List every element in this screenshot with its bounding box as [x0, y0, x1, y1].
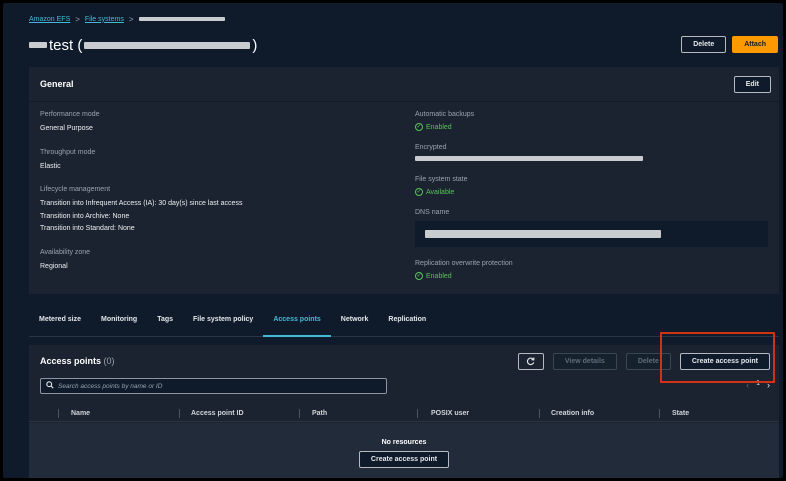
check-circle-icon: ✓	[415, 188, 423, 196]
throughput-mode-value: Elastic	[40, 162, 61, 170]
availability-zone-field: Availability zone Regional	[40, 249, 242, 274]
tab-metered-size[interactable]: Metered size	[29, 303, 91, 336]
automatic-backups-label: Automatic backups	[415, 111, 475, 118]
tab-monitoring[interactable]: Monitoring	[91, 303, 147, 336]
annotation-highlight-box	[660, 332, 775, 383]
replication-protection-status: ✓ Enabled	[415, 272, 771, 280]
general-card-header: General Edit	[29, 67, 779, 102]
lifecycle-management-label: Lifecycle management	[40, 186, 111, 193]
lifecycle-standard-value: Transition into Standard: None	[40, 225, 135, 232]
redacted-breadcrumb-item	[138, 17, 225, 21]
lifecycle-archive-value: Transition into Archive: None	[40, 212, 130, 220]
encrypted-field: Encrypted	[415, 144, 771, 163]
column-posix-user[interactable]: POSIX user	[431, 405, 469, 422]
redacted-dns-name	[425, 230, 661, 238]
access-points-table-header: Name Access point ID Path POSIX user Cre…	[29, 405, 779, 422]
availability-zone-value: Regional	[40, 262, 68, 270]
empty-state: No resources Create access point	[29, 423, 779, 478]
empty-state-title: No resources	[381, 439, 427, 446]
efs-console-window: Amazon EFS > File systems > test ( ) Del…	[3, 3, 783, 478]
performance-mode-label: Performance mode	[40, 111, 100, 118]
search-input[interactable]	[58, 382, 378, 390]
replication-protection-value: Enabled	[426, 272, 452, 280]
column-path[interactable]: Path	[312, 405, 327, 422]
lifecycle-ia-value: Transition into Infrequent Access (IA): …	[40, 200, 243, 207]
tab-file-system-policy[interactable]: File system policy	[183, 303, 263, 336]
dns-name-label: DNS name	[415, 209, 450, 216]
page-title-close: )	[252, 36, 258, 54]
throughput-mode-label: Throughput mode	[40, 148, 96, 156]
edit-button[interactable]: Edit	[733, 75, 771, 93]
breadcrumb-file-systems[interactable]: File systems	[85, 16, 124, 23]
tab-replication[interactable]: Replication	[378, 303, 436, 336]
replication-protection-field: Replication overwrite protection ✓ Enabl…	[415, 260, 771, 280]
access-points-search[interactable]	[40, 378, 387, 394]
tab-network[interactable]: Network	[331, 303, 379, 336]
availability-zone-label: Availability zone	[40, 248, 91, 256]
file-system-state-label: File system state	[415, 176, 468, 183]
throughput-mode-field: Throughput mode Elastic	[40, 149, 242, 174]
general-left-column: Performance mode General Purpose Through…	[40, 111, 242, 286]
general-right-column: Automatic backups ✓ Enabled Encrypted Fi…	[415, 111, 771, 293]
column-access-point-id[interactable]: Access point ID	[191, 405, 244, 422]
column-divider	[659, 409, 660, 418]
general-card-title: General	[40, 79, 74, 89]
page-title: test ( )	[29, 35, 257, 55]
column-name[interactable]: Name	[71, 405, 90, 422]
refresh-icon	[527, 357, 535, 366]
access-points-title: Access points (0)	[40, 356, 115, 366]
column-divider	[417, 409, 418, 418]
search-icon	[46, 381, 54, 391]
encrypted-label: Encrypted	[415, 144, 447, 151]
redacted-title-prefix	[29, 42, 47, 48]
general-card: General Edit Performance mode General Pu…	[29, 67, 779, 294]
column-state[interactable]: State	[672, 405, 689, 422]
tab-access-points[interactable]: Access points	[263, 303, 332, 337]
redacted-file-system-id	[84, 41, 251, 49]
automatic-backups-field: Automatic backups ✓ Enabled	[415, 111, 771, 131]
view-details-button[interactable]: View details	[552, 353, 617, 370]
access-points-title-text: Access points	[40, 356, 102, 366]
check-circle-icon: ✓	[415, 123, 423, 131]
header-actions: Delete Attach	[681, 36, 778, 53]
column-divider	[299, 409, 300, 418]
file-system-state-status: ✓ Available	[415, 188, 771, 196]
delete-button[interactable]: Delete	[681, 36, 727, 53]
page-title-text: test (	[49, 36, 83, 54]
lifecycle-management-field: Lifecycle management Transition into Inf…	[40, 186, 242, 236]
tab-tags[interactable]: Tags	[147, 303, 183, 336]
access-points-count: (0)	[103, 356, 115, 366]
column-divider	[539, 409, 540, 418]
automatic-backups-value: Enabled	[426, 123, 452, 131]
column-divider	[179, 409, 180, 418]
file-system-state-field: File system state ✓ Available	[415, 176, 771, 196]
breadcrumb-amazon-efs[interactable]: Amazon EFS	[29, 16, 70, 23]
attach-button[interactable]: Attach	[732, 36, 778, 53]
dns-name-box[interactable]	[415, 221, 768, 247]
file-system-state-value: Available	[426, 188, 455, 196]
empty-create-access-point-button[interactable]: Create access point	[358, 451, 450, 468]
breadcrumb: Amazon EFS > File systems >	[29, 13, 225, 25]
redacted-kms-key	[415, 156, 643, 161]
refresh-button[interactable]	[517, 353, 544, 370]
column-divider	[58, 409, 59, 418]
breadcrumb-separator: >	[75, 14, 80, 24]
automatic-backups-status: ✓ Enabled	[415, 123, 771, 131]
column-creation-info[interactable]: Creation info	[551, 405, 594, 422]
breadcrumb-separator: >	[128, 14, 134, 24]
check-circle-icon: ✓	[415, 272, 423, 280]
replication-protection-label: Replication overwrite protection	[415, 260, 513, 267]
performance-mode-value: General Purpose	[40, 125, 93, 132]
dns-name-field: DNS name	[415, 209, 771, 247]
performance-mode-field: Performance mode General Purpose	[40, 111, 242, 136]
